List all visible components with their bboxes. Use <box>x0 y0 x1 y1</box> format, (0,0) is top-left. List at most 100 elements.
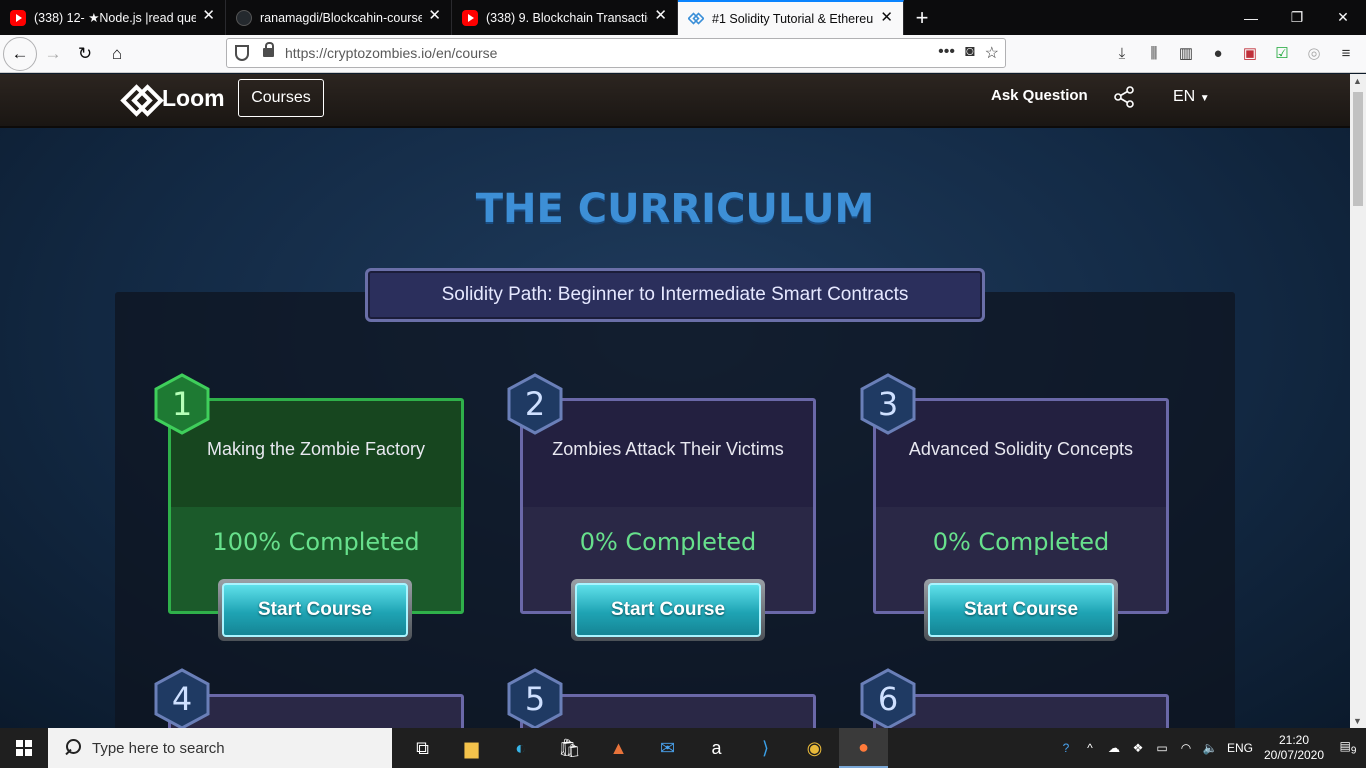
download-icon[interactable]: ⤓ <box>1108 38 1136 68</box>
logo-text: Loom <box>162 84 225 111</box>
close-icon[interactable]: ✕ <box>654 8 667 24</box>
notifications-icon[interactable]: ▤9 <box>1330 739 1366 756</box>
library-icon[interactable]: ⫼ <box>1140 38 1168 68</box>
task-view-icon[interactable]: ⧉ <box>398 728 447 768</box>
scroll-down-icon[interactable]: ▼ <box>1353 716 1362 726</box>
course-card-5[interactable] <box>520 694 816 728</box>
page-scrollbar[interactable]: ▲ ▼ <box>1350 74 1366 728</box>
caret-down-icon: ▼ <box>1199 93 1210 104</box>
course-progress: 0% Completed <box>932 528 1110 556</box>
extension-gray-icon[interactable]: ◎ <box>1300 38 1328 68</box>
scroll-up-icon[interactable]: ▲ <box>1353 76 1362 86</box>
lock-icon[interactable] <box>263 42 274 57</box>
start-course-button[interactable]: Start Course <box>218 579 412 641</box>
pocket-icon[interactable]: ◙ <box>965 43 975 63</box>
window-controls: — ❐ ✕ <box>1228 0 1366 35</box>
tracking-shield-icon[interactable] <box>235 45 249 61</box>
home-button[interactable]: ⌂ <box>101 38 133 70</box>
course-card-4[interactable] <box>168 694 464 728</box>
firefox-icon[interactable]: ● <box>839 728 888 768</box>
youtube-icon <box>462 9 478 26</box>
start-course-label: Start Course <box>575 583 761 637</box>
course-card-6[interactable] <box>873 694 1169 728</box>
youtube-icon <box>10 9 26 26</box>
clock-time: 21:20 <box>1278 733 1310 747</box>
input-language[interactable]: ENG <box>1222 741 1258 755</box>
url-bar[interactable]: https://cryptozombies.io/en/course ••• ◙… <box>226 38 1006 68</box>
course-title: Zombies Attack Their Victims <box>523 401 813 507</box>
notification-count: 9 <box>1350 745 1357 757</box>
start-course-button[interactable]: Start Course <box>571 579 765 641</box>
site-header: Loom Courses Ask Question EN ▼ <box>0 74 1350 128</box>
tab-solidity[interactable]: #1 Solidity Tutorial & Ethereum ✕ <box>678 0 904 35</box>
taskbar-search[interactable]: Type here to search <box>48 728 392 768</box>
ask-question-link[interactable]: Ask Question <box>991 87 1088 104</box>
onedrive-icon[interactable]: ☁ <box>1102 741 1126 755</box>
windows-taskbar: Type here to search ⧉ ▆ ◐ 🛍 ▲ ✉ a ⟩ ◉ ● … <box>0 728 1366 768</box>
clock[interactable]: 21:20 20/07/2020 <box>1258 733 1330 763</box>
start-course-button[interactable]: Start Course <box>924 579 1118 641</box>
course-title: Advanced Solidity Concepts <box>876 401 1166 507</box>
course-number-badge: 4 <box>153 668 211 728</box>
help-icon[interactable]: ? <box>1054 741 1078 755</box>
language-label: EN <box>1173 88 1196 105</box>
new-tab-button[interactable]: + <box>904 0 940 35</box>
course-number-badge: 3 <box>859 373 917 435</box>
extension-red-icon[interactable]: ▣ <box>1236 38 1264 68</box>
battery-icon[interactable]: ▭ <box>1150 741 1174 755</box>
tab-title: #1 Solidity Tutorial & Ethereum <box>712 11 874 26</box>
chrome-icon[interactable]: ◉ <box>790 728 839 768</box>
menu-icon[interactable]: ≡ <box>1332 38 1360 68</box>
scroll-thumb[interactable] <box>1353 92 1363 206</box>
course-number-badge: 1 <box>153 373 211 435</box>
course-number: 5 <box>524 680 546 718</box>
extension-check-icon[interactable]: ☑ <box>1268 38 1296 68</box>
close-icon[interactable]: ✕ <box>428 8 441 24</box>
search-placeholder: Type here to search <box>92 739 225 757</box>
browser-tab-bar: (338) 12- ★Node.js |read query ✕ ranamag… <box>0 0 1366 35</box>
reload-button[interactable]: ↻ <box>69 38 101 70</box>
loom-logo[interactable]: Loom <box>124 84 225 112</box>
forward-button[interactable]: → <box>37 38 69 70</box>
url-text[interactable]: https://cryptozombies.io/en/course <box>285 45 497 61</box>
search-icon <box>62 738 82 758</box>
account-icon[interactable]: ● <box>1204 38 1232 68</box>
restore-icon[interactable]: ❐ <box>1274 0 1320 35</box>
vscode-icon[interactable]: ⟩ <box>741 728 790 768</box>
minimize-icon[interactable]: — <box>1228 0 1274 35</box>
edge-icon[interactable]: ◐ <box>496 728 545 768</box>
page-actions-icon[interactable]: ••• <box>938 43 955 63</box>
courses-button[interactable]: Courses <box>238 79 324 117</box>
bookmark-star-icon[interactable]: ☆ <box>985 43 999 63</box>
close-icon[interactable]: ✕ <box>202 8 215 24</box>
matlab-icon[interactable]: ▲ <box>594 728 643 768</box>
back-button[interactable]: ← <box>3 36 37 71</box>
wifi-icon[interactable]: ◠ <box>1174 741 1198 755</box>
tab-github[interactable]: ranamagdi/Blockcahin-course ✕ <box>226 0 452 35</box>
amazon-icon[interactable]: a <box>692 728 741 768</box>
start-course-label: Start Course <box>222 583 408 637</box>
tab-nodejs[interactable]: (338) 12- ★Node.js |read query ✕ <box>0 0 226 35</box>
tab-title: ranamagdi/Blockcahin-course <box>260 10 422 25</box>
store-icon[interactable]: 🛍 <box>545 728 594 768</box>
tab-blockchain[interactable]: (338) 9. Blockchain Transaction ✕ <box>452 0 678 35</box>
course-progress: 0% Completed <box>579 528 757 556</box>
cryptozombies-icon <box>688 11 704 25</box>
volume-icon[interactable]: 🔈 <box>1198 741 1222 755</box>
close-icon[interactable]: ✕ <box>880 10 893 26</box>
start-button[interactable] <box>0 728 48 768</box>
mail-icon[interactable]: ✉ <box>643 728 692 768</box>
path-banner: Solidity Path: Beginner to Intermediate … <box>365 268 985 322</box>
share-icon[interactable] <box>1112 85 1136 109</box>
language-selector[interactable]: EN ▼ <box>1173 88 1210 106</box>
system-tray: ? ^ ☁ ❖ ▭ ◠ 🔈 ENG 21:20 20/07/2020 ▤9 <box>1054 728 1366 768</box>
sidebar-icon[interactable]: ▥ <box>1172 38 1200 68</box>
tab-title: (338) 12- ★Node.js |read query <box>34 11 196 25</box>
chevron-up-icon[interactable]: ^ <box>1078 741 1102 755</box>
file-explorer-icon[interactable]: ▆ <box>447 728 496 768</box>
dropbox-icon[interactable]: ❖ <box>1126 741 1150 755</box>
course-progress: 100% Completed <box>212 528 420 556</box>
close-window-icon[interactable]: ✕ <box>1320 0 1366 35</box>
course-number: 4 <box>171 680 193 718</box>
course-number: 2 <box>524 385 546 423</box>
